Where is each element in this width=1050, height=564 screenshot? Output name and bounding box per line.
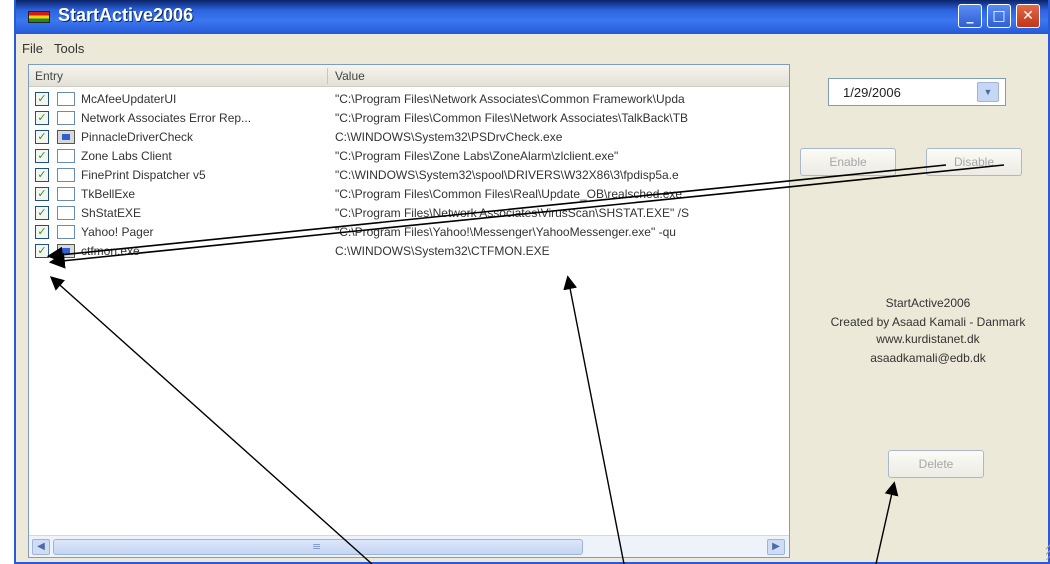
blank-icon: [57, 206, 75, 220]
list-row[interactable]: ✓ TkBellExe "C:\Program Files\Common Fil…: [29, 185, 789, 204]
entry-value: "C:\Program Files\Yahoo!\Messenger\Yahoo…: [335, 225, 676, 239]
blank-icon: [57, 187, 75, 201]
exe-icon: [57, 130, 75, 144]
blank-icon: [57, 149, 75, 163]
list-header: Entry Value: [29, 65, 789, 87]
blank-icon: [57, 168, 75, 182]
title-bar[interactable]: StartActive2006 _ □ ✕: [16, 0, 1048, 34]
entry-name: Zone Labs Client: [81, 149, 172, 163]
entry-value: C:\WINDOWS\System32\CTFMON.EXE: [335, 244, 550, 258]
disable-button[interactable]: Disable: [926, 148, 1022, 176]
list-row[interactable]: ✓ McAfeeUpdaterUI "C:\Program Files\Netw…: [29, 90, 789, 109]
startup-entries-list[interactable]: Entry Value ✓ McAfeeUpdaterUI "C:\Progra…: [28, 64, 790, 558]
scroll-right-button[interactable]: ▶: [767, 539, 785, 555]
list-row[interactable]: ✓ Zone Labs Client "C:\Program Files\Zon…: [29, 147, 789, 166]
exe-icon: [57, 244, 75, 258]
row-checkbox[interactable]: ✓: [35, 168, 49, 182]
row-checkbox[interactable]: ✓: [35, 206, 49, 220]
entry-name: ctfmon.exe: [81, 244, 140, 258]
about-created-by: Created by Asaad Kamali - Danmark: [830, 315, 1026, 329]
entry-value: "C:\Program Files\Common Files\Real\Upda…: [335, 187, 683, 201]
list-row[interactable]: ✓ Network Associates Error Rep... "C:\Pr…: [29, 109, 789, 128]
enable-button[interactable]: Enable: [800, 148, 896, 176]
entry-value: "C:\Program Files\Network Associates\Com…: [335, 92, 685, 106]
list-row[interactable]: ✓ ShStatEXE "C:\Program Files\Network As…: [29, 204, 789, 223]
scroll-left-button[interactable]: ◀: [32, 539, 50, 555]
date-value: 1/29/2006: [843, 85, 901, 100]
entry-name: Network Associates Error Rep...: [81, 111, 252, 125]
column-header-entry[interactable]: Entry: [35, 69, 63, 83]
row-checkbox[interactable]: ✓: [35, 130, 49, 144]
about-app-name: StartActive2006: [885, 296, 971, 310]
about-email: asaadkamali@edb.dk: [870, 351, 986, 365]
menu-bar: File Tools: [16, 36, 1048, 60]
list-row[interactable]: ✓ ctfmon.exe C:\WINDOWS\System32\CTFMON.…: [29, 242, 789, 261]
list-row[interactable]: ✓ FinePrint Dispatcher v5 "C:\WINDOWS\Sy…: [29, 166, 789, 185]
scroll-thumb[interactable]: [53, 539, 583, 555]
window-title: StartActive2006: [58, 5, 194, 25]
entry-name: FinePrint Dispatcher v5: [81, 168, 206, 182]
list-row[interactable]: ✓ PinnacleDriverCheck C:\WINDOWS\System3…: [29, 128, 789, 147]
entry-name: ShStatEXE: [81, 206, 142, 220]
entry-name: PinnacleDriverCheck: [81, 130, 194, 144]
menu-tools[interactable]: Tools: [54, 41, 84, 56]
chevron-down-icon[interactable]: ▼: [977, 82, 999, 102]
list-row[interactable]: ✓ Yahoo! Pager "C:\Program Files\Yahoo!\…: [29, 223, 789, 242]
entry-value: C:\WINDOWS\System32\PSDrvCheck.exe: [335, 130, 563, 144]
date-picker[interactable]: 1/29/2006 ▼: [828, 78, 1006, 106]
blank-icon: [57, 225, 75, 239]
row-checkbox[interactable]: ✓: [35, 187, 49, 201]
entry-name: McAfeeUpdaterUI: [81, 92, 177, 106]
row-checkbox[interactable]: ✓: [35, 111, 49, 125]
row-checkbox[interactable]: ✓: [35, 92, 49, 106]
entry-name: Yahoo! Pager: [81, 225, 154, 239]
entry-name: TkBellExe: [81, 187, 136, 201]
minimize-button[interactable]: _: [958, 4, 982, 28]
close-button[interactable]: ✕: [1016, 4, 1040, 28]
horizontal-scrollbar[interactable]: ◀ ▶: [29, 535, 789, 557]
entry-value: "C:\Program Files\Common Files\Network A…: [335, 111, 689, 125]
entry-value: "C:\Program Files\Network Associates\Vir…: [335, 206, 689, 220]
entry-value: "C:\WINDOWS\System32\spool\DRIVERS\W32X8…: [335, 168, 679, 182]
about-website: www.kurdistanet.dk: [876, 332, 980, 346]
menu-file[interactable]: File: [22, 41, 43, 56]
main-window: StartActive2006 _ □ ✕ File Tools Entry V…: [14, 0, 1050, 564]
row-checkbox[interactable]: ✓: [35, 149, 49, 163]
app-flag-icon: [28, 11, 50, 23]
delete-button[interactable]: Delete: [888, 450, 984, 478]
resize-grip-icon[interactable]: [1046, 544, 1050, 560]
maximize-button[interactable]: □: [987, 4, 1011, 28]
column-divider[interactable]: [327, 68, 328, 84]
row-checkbox[interactable]: ✓: [35, 225, 49, 239]
entry-value: "C:\Program Files\Zone Labs\ZoneAlarm\zl…: [335, 149, 619, 163]
blank-icon: [57, 92, 75, 106]
row-checkbox[interactable]: ✓: [35, 244, 49, 258]
column-header-value[interactable]: Value: [335, 69, 365, 83]
blank-icon: [57, 111, 75, 125]
